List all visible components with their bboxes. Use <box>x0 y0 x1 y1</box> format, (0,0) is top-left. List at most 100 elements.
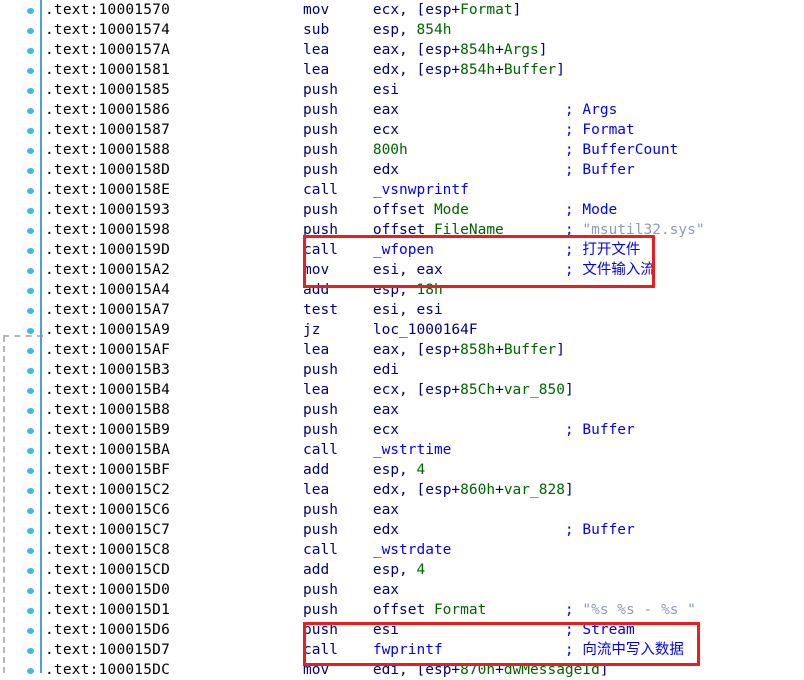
instruction-text[interactable]: call _wstrtime <box>303 440 451 460</box>
instruction-text[interactable]: push ecx ; Format <box>303 120 635 140</box>
disassembly-row[interactable]: .text:10001586 push eax ; Args <box>0 100 804 120</box>
disassembly-row[interactable]: .text:100015BF add esp, 4 <box>0 460 804 480</box>
disassembly-row[interactable]: .text:1000158E call _vsnwprintf <box>0 180 804 200</box>
breakpoint-dot-icon[interactable] <box>27 608 34 614</box>
instruction-text[interactable]: lea eax, [esp+854h+Args] <box>303 40 547 60</box>
instruction-text[interactable]: test esi, esi <box>303 300 443 320</box>
disassembly-row[interactable]: .text:100015BA call _wstrtime <box>0 440 804 460</box>
instruction-text[interactable]: jz loc_1000164F <box>303 320 478 340</box>
disassembly-view[interactable]: .text:10001570 mov ecx, [esp+Format] .text… <box>0 0 804 678</box>
instruction-text[interactable]: lea ecx, [esp+85Ch+var_850] <box>303 380 574 400</box>
instruction-text[interactable]: mov esi, eax ; 文件输入流 <box>303 260 655 280</box>
breakpoint-dot-icon[interactable] <box>27 188 34 194</box>
instruction-text[interactable]: push edi <box>303 360 399 380</box>
disassembly-row[interactable]: .text:100015B9 push ecx ; Buffer <box>0 420 804 440</box>
breakpoint-dot-icon[interactable] <box>27 308 34 314</box>
disassembly-row[interactable]: .text:10001581 lea edx, [esp+854h+Buffer] <box>0 60 804 80</box>
breakpoint-dot-icon[interactable] <box>27 648 34 654</box>
instruction-text[interactable]: mov ecx, [esp+Format] <box>303 0 521 20</box>
disassembly-row[interactable]: .text:100015A7 test esi, esi <box>0 300 804 320</box>
instruction-text[interactable]: push eax ; Args <box>303 100 617 120</box>
disassembly-row[interactable]: .text:10001588 push 800h ; BufferCount <box>0 140 804 160</box>
instruction-text[interactable]: add esp, 4 <box>303 460 425 480</box>
breakpoint-dot-icon[interactable] <box>27 588 34 594</box>
disassembly-row[interactable]: .text:1000158D push edx ; Buffer <box>0 160 804 180</box>
breakpoint-dot-icon[interactable] <box>27 168 34 174</box>
disassembly-row[interactable]: .text:1000157A lea eax, [esp+854h+Args] <box>0 40 804 60</box>
instruction-text[interactable]: push eax <box>303 500 399 520</box>
instruction-text[interactable]: call _wstrdate <box>303 540 451 560</box>
instruction-text[interactable]: push edx ; Buffer <box>303 520 635 540</box>
breakpoint-dot-icon[interactable] <box>27 28 34 34</box>
breakpoint-dot-icon[interactable] <box>27 548 34 554</box>
breakpoint-dot-icon[interactable] <box>27 468 34 474</box>
disassembly-row[interactable]: .text:100015D1 push offset Format ; "%s %… <box>0 600 804 620</box>
disassembly-row[interactable]: .text:100015AF lea eax, [esp+858h+Buffer] <box>0 340 804 360</box>
disassembly-row[interactable]: .text:100015B3 push edi <box>0 360 804 380</box>
breakpoint-dot-icon[interactable] <box>27 288 34 294</box>
instruction-text[interactable]: add esp, 18h <box>303 280 443 300</box>
instruction-text[interactable]: call _vsnwprintf <box>303 180 469 200</box>
disassembly-row[interactable]: .text:10001585 push esi <box>0 80 804 100</box>
instruction-text[interactable]: push 800h ; BufferCount <box>303 140 678 160</box>
disassembly-row[interactable]: .text:100015C7 push edx ; Buffer <box>0 520 804 540</box>
instruction-text[interactable]: push offset Mode ; Mode <box>303 200 617 220</box>
instruction-text[interactable]: push eax <box>303 580 399 600</box>
breakpoint-dot-icon[interactable] <box>27 668 34 674</box>
instruction-text[interactable]: call _wfopen ; 打开文件 <box>303 240 640 260</box>
breakpoint-dot-icon[interactable] <box>27 208 34 214</box>
disassembly-row[interactable]: .text:100015B8 push eax <box>0 400 804 420</box>
disassembly-row[interactable]: .text:100015B4 lea ecx, [esp+85Ch+var_850… <box>0 380 804 400</box>
disassembly-row[interactable]: .text:100015CD add esp, 4 <box>0 560 804 580</box>
instruction-text[interactable]: push edx ; Buffer <box>303 160 635 180</box>
instruction-text[interactable]: add esp, 4 <box>303 560 425 580</box>
breakpoint-dot-icon[interactable] <box>27 108 34 114</box>
disassembly-row[interactable]: .text:100015C2 lea edx, [esp+860h+var_828… <box>0 480 804 500</box>
disassembly-row[interactable]: .text:100015DC mov edi, [esp+870h+dwMessa… <box>0 660 804 680</box>
instruction-text[interactable]: push offset FileName ; "msutil32.sys" <box>303 220 705 240</box>
breakpoint-dot-icon[interactable] <box>27 328 34 334</box>
breakpoint-dot-icon[interactable] <box>27 528 34 534</box>
instruction-text[interactable]: push esi ; Stream <box>303 620 635 640</box>
disassembly-row[interactable]: .text:100015A2 mov esi, eax ; 文件输入流 <box>0 260 804 280</box>
disassembly-row[interactable]: .text:100015C8 call _wstrdate <box>0 540 804 560</box>
breakpoint-dot-icon[interactable] <box>27 488 34 494</box>
instruction-text[interactable]: push eax <box>303 400 399 420</box>
instruction-text[interactable]: push offset Format ; "%s %s - %s " <box>303 600 696 620</box>
breakpoint-dot-icon[interactable] <box>27 228 34 234</box>
breakpoint-dot-icon[interactable] <box>27 408 34 414</box>
breakpoint-dot-icon[interactable] <box>27 508 34 514</box>
breakpoint-dot-icon[interactable] <box>27 48 34 54</box>
breakpoint-dot-icon[interactable] <box>27 348 34 354</box>
instruction-text[interactable]: lea edx, [esp+860h+var_828] <box>303 480 574 500</box>
instruction-text[interactable]: lea eax, [esp+858h+Buffer] <box>303 340 565 360</box>
instruction-text[interactable]: push esi <box>303 80 399 100</box>
instruction-text[interactable]: call fwprintf ; 向流中写入数据 <box>303 640 684 660</box>
breakpoint-dot-icon[interactable] <box>27 628 34 634</box>
disassembly-row[interactable]: .text:10001587 push ecx ; Format <box>0 120 804 140</box>
breakpoint-dot-icon[interactable] <box>27 68 34 74</box>
disassembly-row[interactable]: .text:100015C6 push eax <box>0 500 804 520</box>
disassembly-row[interactable]: .text:100015D7 call fwprintf ; 向流中写入数据 <box>0 640 804 660</box>
disassembly-row[interactable]: .text:100015D0 push eax <box>0 580 804 600</box>
instruction-text[interactable]: push ecx ; Buffer <box>303 420 635 440</box>
breakpoint-dot-icon[interactable] <box>27 388 34 394</box>
breakpoint-dot-icon[interactable] <box>27 148 34 154</box>
disassembly-row[interactable]: .text:10001598 push offset FileName ; "ms… <box>0 220 804 240</box>
disassembly-row[interactable]: .text:100015A9 jz loc_1000164F <box>0 320 804 340</box>
breakpoint-dot-icon[interactable] <box>27 368 34 374</box>
instruction-text[interactable]: sub esp, 854h <box>303 20 451 40</box>
breakpoint-dot-icon[interactable] <box>27 8 34 14</box>
instruction-text[interactable]: lea edx, [esp+854h+Buffer] <box>303 60 565 80</box>
breakpoint-dot-icon[interactable] <box>27 448 34 454</box>
breakpoint-dot-icon[interactable] <box>27 88 34 94</box>
disassembly-row[interactable]: .text:10001574 sub esp, 854h <box>0 20 804 40</box>
disassembly-row[interactable]: .text:1000159D call _wfopen ; 打开文件 <box>0 240 804 260</box>
disassembly-row[interactable]: .text:10001570 mov ecx, [esp+Format] <box>0 0 804 20</box>
breakpoint-dot-icon[interactable] <box>27 568 34 574</box>
breakpoint-dot-icon[interactable] <box>27 248 34 254</box>
disassembly-row[interactable]: .text:100015D6 push esi ; Stream <box>0 620 804 640</box>
breakpoint-dot-icon[interactable] <box>27 428 34 434</box>
instruction-text[interactable]: mov edi, [esp+870h+dwMessageId] <box>303 660 609 680</box>
breakpoint-dot-icon[interactable] <box>27 268 34 274</box>
